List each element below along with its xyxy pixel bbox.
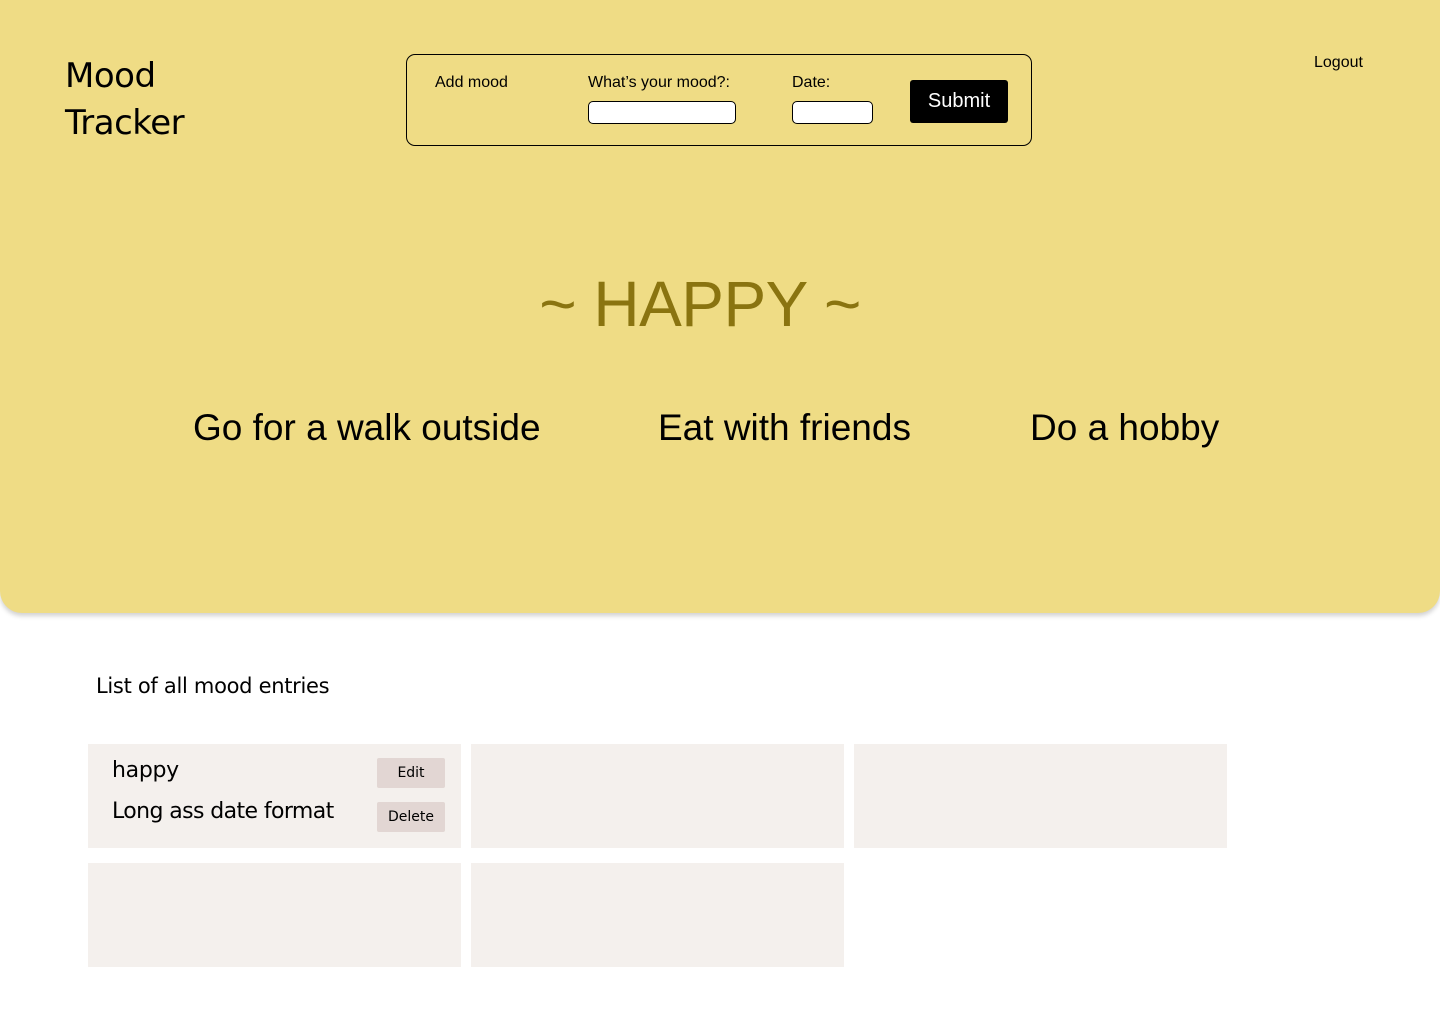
mood-entry-card: happy Long ass date format Edit Delete xyxy=(88,744,461,848)
delete-entry-button[interactable]: Delete xyxy=(377,802,445,832)
entry-date: Long ass date format xyxy=(112,799,334,824)
edit-entry-button[interactable]: Edit xyxy=(377,758,445,788)
add-mood-title: Add mood xyxy=(435,74,508,91)
suggestion-do-a-hobby: Do a hobby xyxy=(1030,407,1220,448)
logout-link[interactable]: Logout xyxy=(1314,54,1363,72)
entry-mood: happy xyxy=(112,758,179,783)
empty-entry-card xyxy=(471,863,844,967)
mood-input[interactable] xyxy=(588,101,736,124)
logo-line-1: Mood xyxy=(65,56,156,96)
current-mood-heading: ~ HAPPY ~ xyxy=(539,268,861,340)
mood-field-label: What’s your mood?: xyxy=(588,74,730,91)
hero-panel: Mood Tracker Add mood What’s your mood?:… xyxy=(0,0,1440,613)
empty-entry-card xyxy=(88,863,461,967)
empty-entry-card xyxy=(471,744,844,848)
app-logo: Mood Tracker xyxy=(65,53,245,147)
suggestion-eat-with-friends: Eat with friends xyxy=(658,407,911,448)
date-input[interactable] xyxy=(792,101,873,124)
add-mood-form: Add mood What’s your mood?: Date: Submit xyxy=(406,54,1032,146)
entries-section-title: List of all mood entries xyxy=(96,674,330,698)
suggestion-walk-outside: Go for a walk outside xyxy=(193,407,541,448)
submit-button[interactable]: Submit xyxy=(910,80,1008,123)
logo-line-2: Tracker xyxy=(65,103,185,143)
date-field-label: Date: xyxy=(792,74,831,91)
empty-entry-card xyxy=(854,744,1227,848)
